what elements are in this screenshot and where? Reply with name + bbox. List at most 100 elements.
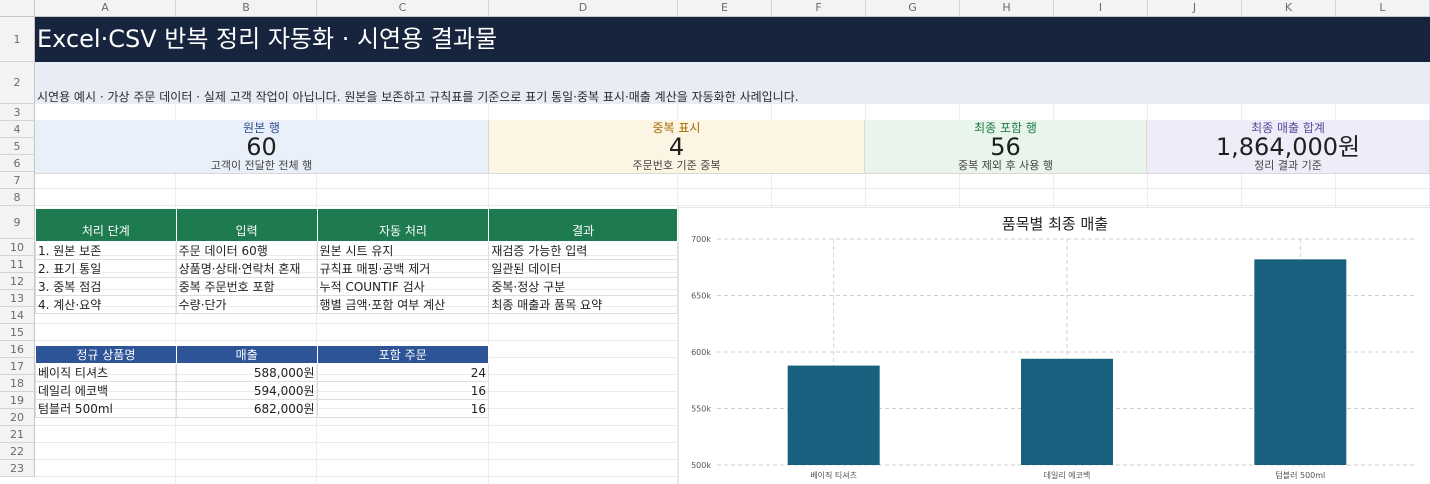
- row-header-11[interactable]: 11: [0, 256, 35, 273]
- row-header-19[interactable]: 19: [0, 392, 35, 409]
- select-all-corner[interactable]: [0, 0, 35, 17]
- column-header-h[interactable]: H: [960, 0, 1054, 17]
- product-name-cell[interactable]: 베이직 티셔츠: [35, 363, 177, 382]
- column-header-e[interactable]: E: [678, 0, 772, 17]
- kpi-sub: 중복 제외 후 사용 행: [958, 159, 1053, 172]
- kpi-value: 60: [246, 133, 277, 161]
- row-header-16[interactable]: 16: [0, 341, 35, 358]
- y-tick-label: 650k: [691, 292, 711, 301]
- process-header-cell[interactable]: 처리 단계: [35, 208, 177, 242]
- table-cell[interactable]: 3. 중복 점검: [35, 277, 177, 296]
- column-header-c[interactable]: C: [317, 0, 489, 17]
- row-header-15[interactable]: 15: [0, 324, 35, 341]
- column-header-g[interactable]: G: [866, 0, 960, 17]
- chart-bar: [1021, 358, 1113, 465]
- y-tick-label: 600k: [691, 348, 711, 357]
- kpi-original-rows: 원본 행 60 고객이 전달한 전체 행: [35, 120, 489, 174]
- row-header-7[interactable]: 7: [0, 172, 35, 189]
- process-header-row: 처리 단계 입력 자동 처리 결과: [35, 208, 678, 242]
- sales-cell[interactable]: 588,000원: [175, 363, 318, 382]
- row-header-22[interactable]: 22: [0, 443, 35, 460]
- chart-bar: [787, 365, 880, 465]
- process-header-cell[interactable]: 결과: [488, 208, 678, 242]
- chart-bar: [1254, 259, 1347, 465]
- table-cell[interactable]: 행별 금액·포함 여부 계산: [316, 295, 490, 314]
- order-count-cell[interactable]: 16: [316, 381, 490, 400]
- x-tick-label: 데일리 에코백: [1044, 470, 1091, 480]
- table-cell[interactable]: 일관된 데이터: [488, 259, 678, 278]
- table-cell[interactable]: 최종 매출과 품목 요약: [488, 295, 678, 314]
- row-header-1[interactable]: 1: [0, 17, 35, 62]
- table-cell[interactable]: 원본 시트 유지: [316, 241, 490, 260]
- x-tick-label: 텀블러 500ml: [1275, 470, 1325, 480]
- row-header-20[interactable]: 20: [0, 409, 35, 426]
- column-header-l[interactable]: L: [1336, 0, 1430, 17]
- row-header-23[interactable]: 23: [0, 460, 35, 477]
- table-cell[interactable]: 1. 원본 보존: [35, 241, 177, 260]
- kpi-value: 4: [668, 133, 685, 161]
- kpi-value: 56: [990, 133, 1021, 161]
- kpi-total-sales: 최종 매출 합계 1,864,000원 정리 결과 기준: [1147, 120, 1430, 174]
- chart-title: 품목별 최종 매출: [1002, 215, 1108, 233]
- chart-svg: 품목별 최종 매출 500k 550k 600k 650k 700k 베이직 티셔츠 데일리 …: [691, 215, 1417, 480]
- row-header-5[interactable]: 5: [0, 138, 35, 155]
- row-header-8[interactable]: 8: [0, 189, 35, 206]
- kpi-sub: 주문번호 기준 중복: [632, 159, 721, 172]
- row-header-17[interactable]: 17: [0, 358, 35, 375]
- column-header-d[interactable]: D: [489, 0, 678, 17]
- table-cell[interactable]: 규칙표 매핑·공백 제거: [316, 259, 490, 278]
- column-header-j[interactable]: J: [1148, 0, 1242, 17]
- demo-note: 시연용 예시 · 가상 주문 데이터 · 실제 고객 작업이 아닙니다. 원본을…: [35, 62, 1430, 104]
- table-cell[interactable]: 누적 COUNTIF 검사: [316, 277, 490, 296]
- row-header-3[interactable]: 3: [0, 104, 35, 121]
- table-cell[interactable]: 2. 표기 통일: [35, 259, 177, 278]
- sheet-title: Excel·CSV 반복 정리 자동화 · 시연용 결과물: [35, 17, 1430, 62]
- order-count-cell[interactable]: 24: [316, 363, 490, 382]
- order-count-cell[interactable]: 16: [316, 399, 490, 418]
- row-header-2[interactable]: 2: [0, 62, 35, 104]
- sales-by-product-chart[interactable]: 품목별 최종 매출 500k 550k 600k 650k 700k 베이직 티셔츠 데일리 …: [678, 207, 1430, 484]
- process-header-cell[interactable]: 자동 처리: [316, 208, 490, 242]
- table-cell[interactable]: 상품명·상태·연락처 혼재: [175, 259, 318, 278]
- table-cell[interactable]: 중복·정상 구분: [488, 277, 678, 296]
- column-header-a[interactable]: A: [35, 0, 176, 17]
- sales-cell[interactable]: 682,000원: [175, 399, 318, 418]
- summary-header-cell[interactable]: 포함 주문: [316, 345, 490, 364]
- table-cell[interactable]: 수량·단가: [175, 295, 318, 314]
- row-header-9[interactable]: 9: [0, 206, 35, 239]
- kpi-value: 1,864,000원: [1215, 133, 1361, 161]
- product-name-cell[interactable]: 데일리 에코백: [35, 381, 177, 400]
- row-header-13[interactable]: 13: [0, 290, 35, 307]
- row-header-4[interactable]: 4: [0, 121, 35, 138]
- sales-cell[interactable]: 594,000원: [175, 381, 318, 400]
- product-name-cell[interactable]: 텀블러 500ml: [35, 399, 177, 418]
- row-header-18[interactable]: 18: [0, 375, 35, 392]
- row-header-12[interactable]: 12: [0, 273, 35, 290]
- kpi-sub: 고객이 전달한 전체 행: [210, 159, 313, 172]
- row-header-10[interactable]: 10: [0, 239, 35, 256]
- table-row: 1. 원본 보존 주문 데이터 60행 원본 시트 유지 재검증 가능한 입력: [35, 241, 678, 260]
- column-header-i[interactable]: I: [1054, 0, 1148, 17]
- table-cell[interactable]: 4. 계산·요약: [35, 295, 177, 314]
- row-header-6[interactable]: 6: [0, 155, 35, 172]
- column-header-k[interactable]: K: [1242, 0, 1336, 17]
- row-header-14[interactable]: 14: [0, 307, 35, 324]
- kpi-sub: 정리 결과 기준: [1254, 159, 1322, 172]
- table-cell[interactable]: 중복 주문번호 포함: [175, 277, 318, 296]
- table-cell[interactable]: 재검증 가능한 입력: [488, 241, 678, 260]
- y-tick-label: 500k: [691, 461, 711, 470]
- column-header-f[interactable]: F: [772, 0, 866, 17]
- y-tick-label: 550k: [691, 405, 711, 414]
- table-row: 베이직 티셔츠 588,000원 24: [35, 363, 490, 382]
- summary-header-cell[interactable]: 정규 상품명: [35, 345, 177, 364]
- x-tick-label: 베이직 티셔츠: [810, 470, 857, 480]
- column-header-b[interactable]: B: [176, 0, 317, 17]
- row-header-21[interactable]: 21: [0, 426, 35, 443]
- summary-header-row: 정규 상품명 매출 포함 주문: [35, 345, 490, 364]
- table-cell[interactable]: 주문 데이터 60행: [175, 241, 318, 260]
- summary-header-cell[interactable]: 매출: [175, 345, 318, 364]
- process-table: 처리 단계 입력 자동 처리 결과 1. 원본 보존 주문 데이터 60행 원본…: [35, 208, 678, 314]
- process-header-cell[interactable]: 입력: [175, 208, 318, 242]
- kpi-final-rows: 최종 포함 행 56 중복 제외 후 사용 행: [865, 120, 1147, 174]
- table-row: 3. 중복 점검 중복 주문번호 포함 누적 COUNTIF 검사 중복·정상 …: [35, 277, 678, 296]
